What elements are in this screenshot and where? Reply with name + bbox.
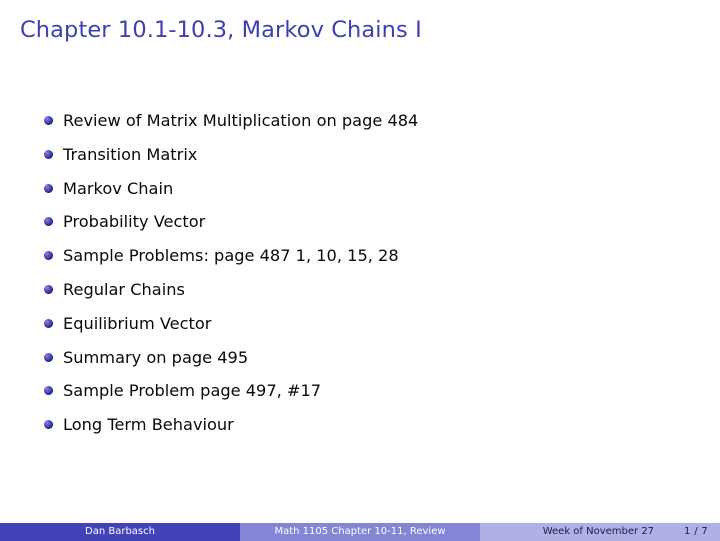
list-item-label: Probability Vector [63, 212, 206, 232]
presentation-slide: Chapter 10.1-10.3, Markov Chains I Revie… [0, 0, 720, 541]
list-item: Equilibrium Vector [0, 314, 720, 348]
footer-course-segment: Math 1105 Chapter 10-11, Review [240, 523, 480, 541]
sphere-bullet-icon [44, 352, 53, 362]
sphere-bullet-icon [44, 386, 53, 396]
list-item: Regular Chains [0, 280, 720, 314]
list-item: Transition Matrix [0, 145, 720, 179]
sphere-bullet-icon [44, 251, 53, 261]
list-item: Long Term Behaviour [0, 415, 720, 449]
slide-footer: Dan Barbasch Math 1105 Chapter 10-11, Re… [0, 523, 720, 541]
list-item: Summary on page 495 [0, 348, 720, 382]
list-item: Sample Problem page 497, #17 [0, 381, 720, 415]
sphere-bullet-icon [44, 116, 53, 125]
list-item-label: Summary on page 495 [63, 347, 249, 367]
list-item: Review of Matrix Multiplication on page … [0, 111, 720, 145]
list-item: Markov Chain [0, 179, 720, 213]
sphere-bullet-icon [44, 183, 53, 193]
page-title: Chapter 10.1-10.3, Markov Chains I [20, 17, 422, 43]
list-item: Sample Problems: page 487 1, 10, 15, 28 [0, 246, 720, 280]
footer-date-label: Week of November 27 [542, 526, 655, 537]
sphere-bullet-icon [44, 284, 53, 294]
list-item-label: Sample Problems: page 487 1, 10, 15, 28 [63, 246, 399, 266]
list-item-label: Sample Problem page 497, #17 [63, 381, 322, 401]
footer-course-label: Math 1105 Chapter 10-11, Review [274, 526, 446, 537]
footer-meta-segment: Week of November 27 1 / 7 [480, 523, 720, 541]
footer-author-label: Dan Barbasch [85, 526, 155, 537]
footer-author-segment: Dan Barbasch [0, 523, 240, 541]
sphere-bullet-icon [44, 420, 53, 430]
list-item-label: Long Term Behaviour [63, 415, 234, 435]
list-item-label: Regular Chains [63, 279, 185, 299]
list-item-label: Equilibrium Vector [63, 313, 212, 333]
footer-page-number: 1 / 7 [684, 526, 708, 537]
sphere-bullet-icon [44, 149, 53, 159]
sphere-bullet-icon [44, 217, 53, 227]
bullet-list: Review of Matrix Multiplication on page … [0, 111, 720, 449]
sphere-bullet-icon [44, 318, 53, 328]
list-item-label: Review of Matrix Multiplication on page … [63, 111, 419, 130]
list-item-label: Transition Matrix [63, 144, 198, 164]
list-item: Probability Vector [0, 212, 720, 246]
list-item-label: Markov Chain [63, 178, 174, 198]
